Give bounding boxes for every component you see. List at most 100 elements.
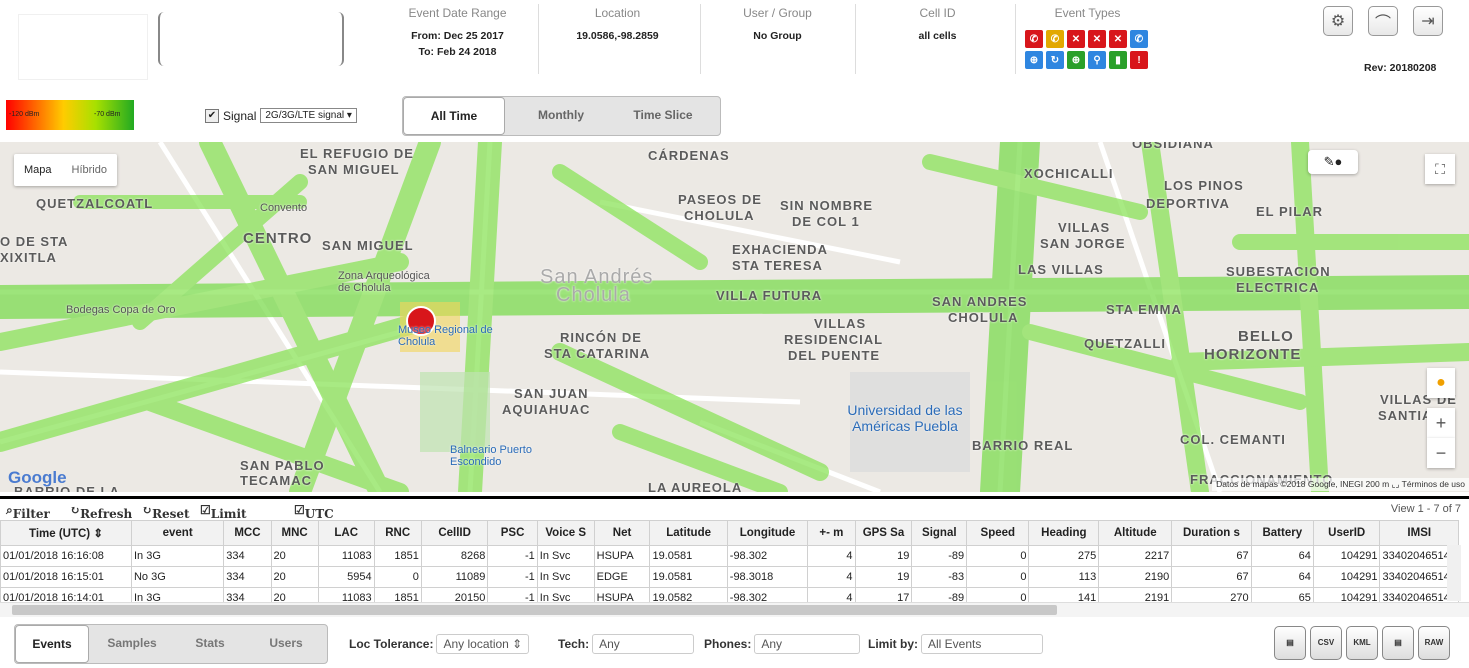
location[interactable]: Location 19.0586,-98.2859 <box>545 6 690 44</box>
column-header[interactable]: Signal <box>911 520 968 546</box>
bars-icon[interactable]: ▮ <box>1109 51 1127 69</box>
fullscreen-icon[interactable]: ⛶ <box>1425 154 1455 184</box>
handover-icon[interactable]: ⊕ <box>1025 51 1043 69</box>
export-report-icon[interactable]: ▤ <box>1274 626 1306 660</box>
refresh-button[interactable]: ↻ Refresh <box>70 503 132 521</box>
tab-stats[interactable]: Stats <box>175 625 245 661</box>
logo <box>18 14 148 80</box>
tab-time-slice[interactable]: Time Slice <box>613 97 713 133</box>
tab-users[interactable]: Users <box>247 625 325 661</box>
map-label: QUETZALLI <box>1084 336 1166 351</box>
column-header[interactable]: PSC <box>487 520 538 546</box>
column-header[interactable]: MNC <box>270 520 319 546</box>
table-horizontal-scrollbar[interactable] <box>0 602 1469 617</box>
column-header[interactable]: Battery <box>1250 520 1314 546</box>
cell-id[interactable]: Cell ID all cells <box>865 6 1010 44</box>
fail-icon[interactable]: ✕ <box>1088 30 1106 48</box>
call-red-icon[interactable]: ✆ <box>1025 30 1043 48</box>
settings-gear-icon[interactable]: ⚙ <box>1323 6 1353 36</box>
zoom-out-button[interactable]: − <box>1427 438 1455 468</box>
export-csv-button[interactable]: CSV <box>1310 626 1342 660</box>
block-icon[interactable]: ✕ <box>1109 30 1127 48</box>
column-header[interactable]: UserID <box>1312 520 1381 546</box>
table-cell: 64 <box>1250 545 1314 567</box>
reset-button[interactable]: ↻ Reset <box>142 503 190 521</box>
signal-select[interactable]: 2G/3G/LTE signal ▾ <box>260 108 357 123</box>
tech-select[interactable]: Any <box>592 634 695 654</box>
map-label: TECAMAC <box>240 473 312 488</box>
table-vertical-scrollbar[interactable] <box>1447 545 1461 601</box>
table-cell: 0 <box>966 545 1030 567</box>
refresh-icon[interactable]: ↻ <box>1046 51 1064 69</box>
map-label: DEPORTIVA <box>1146 196 1230 211</box>
map-label: QUETZALCOATL <box>36 196 154 211</box>
divider <box>855 4 856 74</box>
column-header[interactable]: RNC <box>373 520 422 546</box>
map-type-toggle: Mapa Híbrido <box>14 154 117 186</box>
tab-events[interactable]: Events <box>15 625 89 663</box>
table-cell: 19 <box>854 566 913 588</box>
column-header[interactable]: Voice S <box>536 520 595 546</box>
utc-time-checkbox[interactable]: ☑UTC Time <box>294 503 339 535</box>
tab-all-time[interactable]: All Time <box>403 97 505 135</box>
table-cell: 275 <box>1028 545 1100 567</box>
map[interactable]: EL REFUGIO DE SAN MIGUEL CÁRDENAS QUETZA… <box>0 142 1469 492</box>
scroll-thumb[interactable] <box>12 605 1057 615</box>
column-header[interactable]: MCC <box>223 520 272 546</box>
column-header[interactable]: +- m <box>807 520 856 546</box>
limit-select[interactable]: All Events <box>921 634 1043 654</box>
table-cell: 01/01/2018 16:16:08 <box>0 545 132 567</box>
tab-monthly[interactable]: Monthly <box>511 97 611 133</box>
table-cell: HSUPA <box>593 545 651 567</box>
column-header[interactable]: Speed <box>966 520 1030 546</box>
export-kml-button[interactable]: KML <box>1346 626 1378 660</box>
column-header[interactable]: CellID <box>420 520 489 546</box>
drop-icon[interactable]: ✕ <box>1067 30 1085 48</box>
export-raw-button[interactable]: RAW <box>1418 626 1450 660</box>
poi-label: Museo Regional de Cholula <box>398 324 493 348</box>
user-group[interactable]: User / Group No Group <box>710 6 845 44</box>
column-header[interactable]: Longitude <box>726 520 809 546</box>
phones-select[interactable]: Any <box>754 634 861 654</box>
column-header[interactable]: event <box>130 520 225 546</box>
table-cell: 11083 <box>317 545 375 567</box>
limit-area-checkbox[interactable]: ☑Limit Area <box>200 503 247 535</box>
column-header[interactable]: Duration s <box>1171 520 1252 546</box>
column-header[interactable]: Net <box>593 520 651 546</box>
pegman-icon[interactable]: ● <box>1427 368 1455 398</box>
map-attribution[interactable]: Datos de mapas ©2018 Google, INEGI 200 m… <box>1212 478 1469 491</box>
column-header[interactable]: Time (UTC) ⇕ <box>0 520 132 546</box>
table-cell: -83 <box>911 566 968 588</box>
zoom-in-button[interactable]: + <box>1427 408 1455 438</box>
pin-icon[interactable]: ⚲ <box>1088 51 1106 69</box>
tab-samples[interactable]: Samples <box>93 625 171 661</box>
call-blue-icon[interactable]: ✆ <box>1130 30 1148 48</box>
signal-legend: -120 dBm -70 dBm <box>6 100 134 130</box>
column-header[interactable]: Altitude <box>1098 520 1173 546</box>
loc-tolerance-label: Loc Tolerance: <box>349 637 434 651</box>
signal-checkbox[interactable]: ✔ <box>205 108 219 123</box>
cell-id-value: all cells <box>918 30 957 42</box>
table-row[interactable]: 01/01/2018 16:16:08 In 3G 334 20 11083 1851 82… <box>0 545 1459 567</box>
pipette-icon[interactable]: ✎● <box>1308 150 1358 174</box>
export-doc-icon[interactable]: ▤ <box>1382 626 1414 660</box>
map-type-mapa[interactable]: Mapa <box>14 154 62 186</box>
column-header[interactable]: Heading <box>1028 520 1100 546</box>
poi-label: Bodegas Copa de Oro <box>66 304 176 316</box>
column-header[interactable]: Latitude <box>649 520 728 546</box>
filter-button[interactable]: ⌕ Filter <box>6 503 50 521</box>
column-header[interactable]: LAC <box>317 520 375 546</box>
map-label: SAN MIGUEL <box>322 238 414 253</box>
loc-tolerance-select[interactable]: Any location ⇕ <box>436 634 530 654</box>
data-green-icon[interactable]: ⊕ <box>1067 51 1085 69</box>
signal-tower-icon[interactable]: ⌒ <box>1368 6 1398 36</box>
column-header[interactable]: IMSI <box>1379 520 1459 546</box>
alert-icon[interactable]: ! <box>1130 51 1148 69</box>
search-box[interactable] <box>158 12 344 66</box>
logout-icon[interactable]: ⇥ <box>1413 6 1443 36</box>
table-row[interactable]: 01/01/2018 16:15:01 No 3G 334 20 5954 0 11089-… <box>0 566 1459 588</box>
map-type-hibrido[interactable]: Híbrido <box>62 154 117 186</box>
column-header[interactable]: GPS Sa <box>854 520 913 546</box>
date-range[interactable]: Event Date Range From: Dec 25 2017 To: F… <box>380 6 535 60</box>
call-yellow-icon[interactable]: ✆ <box>1046 30 1064 48</box>
